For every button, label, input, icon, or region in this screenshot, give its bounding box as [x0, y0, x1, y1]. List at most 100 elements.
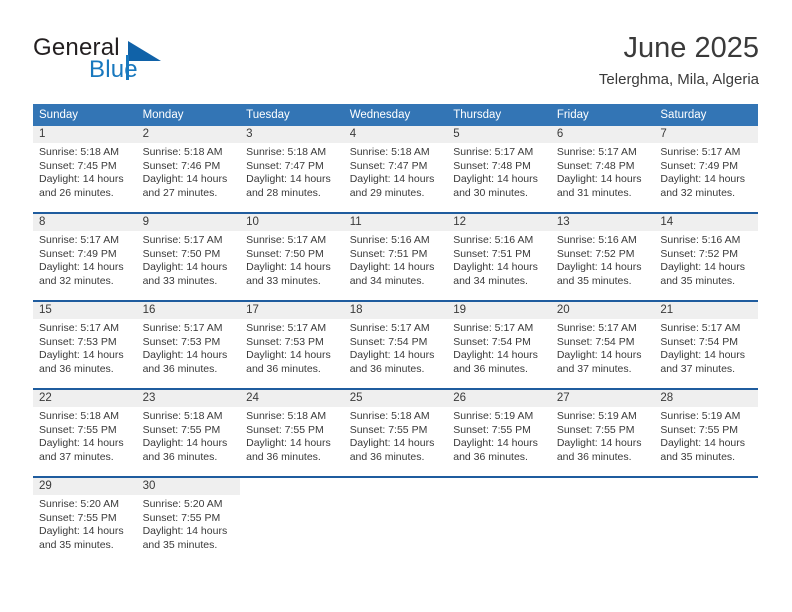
week-daynum-row: 22 23 24 25 26 27 28	[33, 390, 758, 407]
day-cell[interactable]: Sunrise: 5:17 AM Sunset: 7:49 PM Dayligh…	[654, 143, 758, 212]
day-cell[interactable]: Sunrise: 5:17 AM Sunset: 7:54 PM Dayligh…	[550, 319, 655, 388]
day-cell[interactable]: Sunrise: 5:18 AM Sunset: 7:47 PM Dayligh…	[343, 143, 448, 212]
day-number[interactable]: 7	[654, 126, 758, 143]
day-number[interactable]: 13	[550, 214, 655, 231]
day-cell-empty	[654, 495, 758, 564]
day-cell[interactable]: Sunrise: 5:17 AM Sunset: 7:50 PM Dayligh…	[240, 231, 344, 300]
daylight-text: Daylight: 14 hours and 36 minutes.	[246, 437, 331, 463]
day-number[interactable]: 10	[240, 214, 344, 231]
day-cell[interactable]: Sunrise: 5:17 AM Sunset: 7:54 PM Dayligh…	[447, 319, 551, 388]
daylight-text: Daylight: 14 hours and 32 minutes.	[39, 261, 124, 287]
day-cell[interactable]: Sunrise: 5:16 AM Sunset: 7:52 PM Dayligh…	[550, 231, 655, 300]
sunrise-text: Sunrise: 5:20 AM	[39, 498, 119, 510]
daylight-text: Daylight: 14 hours and 36 minutes.	[246, 349, 331, 375]
sunset-text: Sunset: 7:55 PM	[142, 511, 221, 524]
day-number[interactable]: 6	[550, 126, 655, 143]
sunrise-text: Sunrise: 5:17 AM	[453, 322, 534, 334]
daylight-text: Daylight: 14 hours and 33 minutes.	[142, 261, 228, 287]
day-number[interactable]: 30	[136, 478, 241, 495]
weekday-header-wednesday: Wednesday	[343, 104, 448, 126]
day-cell[interactable]: Sunrise: 5:17 AM Sunset: 7:54 PM Dayligh…	[343, 319, 448, 388]
sunrise-text: Sunrise: 5:17 AM	[142, 322, 223, 334]
day-cell[interactable]: Sunrise: 5:19 AM Sunset: 7:55 PM Dayligh…	[550, 407, 655, 476]
weekday-header-friday: Friday	[550, 104, 655, 126]
sunrise-text: Sunrise: 5:19 AM	[660, 410, 741, 422]
day-number[interactable]: 27	[550, 390, 655, 407]
day-cell[interactable]: Sunrise: 5:17 AM Sunset: 7:48 PM Dayligh…	[447, 143, 551, 212]
day-number[interactable]: 29	[33, 478, 137, 495]
sunrise-text: Sunrise: 5:16 AM	[349, 234, 430, 246]
sunset-text: Sunset: 7:46 PM	[142, 159, 221, 172]
sunrise-text: Sunrise: 5:17 AM	[556, 322, 637, 334]
day-cell[interactable]: Sunrise: 5:20 AM Sunset: 7:55 PM Dayligh…	[33, 495, 137, 564]
day-number[interactable]: 1	[33, 126, 137, 143]
calendar-page: General Blue June 2025 Telerghma, Mila, …	[0, 0, 792, 612]
day-number[interactable]: 2	[136, 126, 241, 143]
week-detail-row: Sunrise: 5:17 AM Sunset: 7:49 PM Dayligh…	[33, 231, 758, 300]
day-number[interactable]: 14	[654, 214, 758, 231]
day-cell[interactable]: Sunrise: 5:17 AM Sunset: 7:54 PM Dayligh…	[654, 319, 758, 388]
day-number	[447, 478, 551, 495]
day-number[interactable]: 25	[343, 390, 448, 407]
day-cell[interactable]: Sunrise: 5:17 AM Sunset: 7:50 PM Dayligh…	[136, 231, 241, 300]
day-cell-empty	[343, 495, 448, 564]
day-cell[interactable]: Sunrise: 5:18 AM Sunset: 7:55 PM Dayligh…	[240, 407, 344, 476]
sunset-text: Sunset: 7:50 PM	[142, 247, 221, 260]
day-number[interactable]: 12	[447, 214, 551, 231]
day-cell[interactable]: Sunrise: 5:17 AM Sunset: 7:49 PM Dayligh…	[33, 231, 137, 300]
daylight-text: Daylight: 14 hours and 36 minutes.	[453, 349, 538, 375]
sunset-text: Sunset: 7:47 PM	[246, 159, 324, 172]
day-cell[interactable]: Sunrise: 5:18 AM Sunset: 7:55 PM Dayligh…	[343, 407, 448, 476]
day-cell[interactable]: Sunrise: 5:18 AM Sunset: 7:46 PM Dayligh…	[136, 143, 241, 212]
day-number[interactable]: 18	[343, 302, 448, 319]
sunrise-text: Sunrise: 5:18 AM	[142, 410, 223, 422]
day-number[interactable]: 3	[240, 126, 344, 143]
day-number[interactable]: 11	[343, 214, 448, 231]
day-number[interactable]: 16	[136, 302, 241, 319]
sunset-text: Sunset: 7:47 PM	[349, 159, 428, 172]
day-number[interactable]: 15	[33, 302, 137, 319]
day-cell[interactable]: Sunrise: 5:18 AM Sunset: 7:45 PM Dayligh…	[33, 143, 137, 212]
day-number[interactable]: 23	[136, 390, 241, 407]
day-number[interactable]: 20	[550, 302, 655, 319]
day-cell[interactable]: Sunrise: 5:17 AM Sunset: 7:53 PM Dayligh…	[33, 319, 137, 388]
day-cell[interactable]: Sunrise: 5:19 AM Sunset: 7:55 PM Dayligh…	[654, 407, 758, 476]
sunrise-text: Sunrise: 5:17 AM	[349, 322, 430, 334]
day-number[interactable]: 21	[654, 302, 758, 319]
day-number	[550, 478, 655, 495]
day-cell[interactable]: Sunrise: 5:18 AM Sunset: 7:55 PM Dayligh…	[33, 407, 137, 476]
day-cell[interactable]: Sunrise: 5:17 AM Sunset: 7:48 PM Dayligh…	[550, 143, 655, 212]
day-number[interactable]: 22	[33, 390, 137, 407]
day-number[interactable]: 9	[136, 214, 241, 231]
day-cell[interactable]: Sunrise: 5:16 AM Sunset: 7:51 PM Dayligh…	[447, 231, 551, 300]
day-number[interactable]: 4	[343, 126, 448, 143]
daylight-text: Daylight: 14 hours and 37 minutes.	[556, 349, 642, 375]
sunset-text: Sunset: 7:54 PM	[556, 335, 635, 348]
day-cell[interactable]: Sunrise: 5:17 AM Sunset: 7:53 PM Dayligh…	[240, 319, 344, 388]
day-cell[interactable]: Sunrise: 5:16 AM Sunset: 7:52 PM Dayligh…	[654, 231, 758, 300]
day-number[interactable]: 8	[33, 214, 137, 231]
day-number[interactable]: 26	[447, 390, 551, 407]
day-cell[interactable]: Sunrise: 5:20 AM Sunset: 7:55 PM Dayligh…	[136, 495, 241, 564]
day-number[interactable]: 17	[240, 302, 344, 319]
day-number[interactable]: 19	[447, 302, 551, 319]
sunset-text: Sunset: 7:55 PM	[660, 423, 739, 436]
day-number[interactable]: 28	[654, 390, 758, 407]
day-cell[interactable]: Sunrise: 5:16 AM Sunset: 7:51 PM Dayligh…	[343, 231, 448, 300]
sunrise-text: Sunrise: 5:17 AM	[39, 322, 119, 334]
sunrise-text: Sunrise: 5:18 AM	[39, 146, 119, 158]
day-cell-empty	[447, 495, 551, 564]
day-cell[interactable]: Sunrise: 5:17 AM Sunset: 7:53 PM Dayligh…	[136, 319, 241, 388]
location-subtitle: Telerghma, Mila, Algeria	[598, 71, 759, 88]
day-number[interactable]: 5	[447, 126, 551, 143]
weekday-header-saturday: Saturday	[654, 104, 758, 126]
sunrise-text: Sunrise: 5:17 AM	[453, 146, 534, 158]
general-blue-logo: General Blue	[33, 34, 213, 86]
day-number[interactable]: 24	[240, 390, 344, 407]
sunset-text: Sunset: 7:55 PM	[453, 423, 531, 436]
sunset-text: Sunset: 7:55 PM	[142, 423, 221, 436]
day-cell[interactable]: Sunrise: 5:18 AM Sunset: 7:47 PM Dayligh…	[240, 143, 344, 212]
daylight-text: Daylight: 14 hours and 37 minutes.	[39, 437, 124, 463]
day-cell[interactable]: Sunrise: 5:19 AM Sunset: 7:55 PM Dayligh…	[447, 407, 551, 476]
day-cell[interactable]: Sunrise: 5:18 AM Sunset: 7:55 PM Dayligh…	[136, 407, 241, 476]
